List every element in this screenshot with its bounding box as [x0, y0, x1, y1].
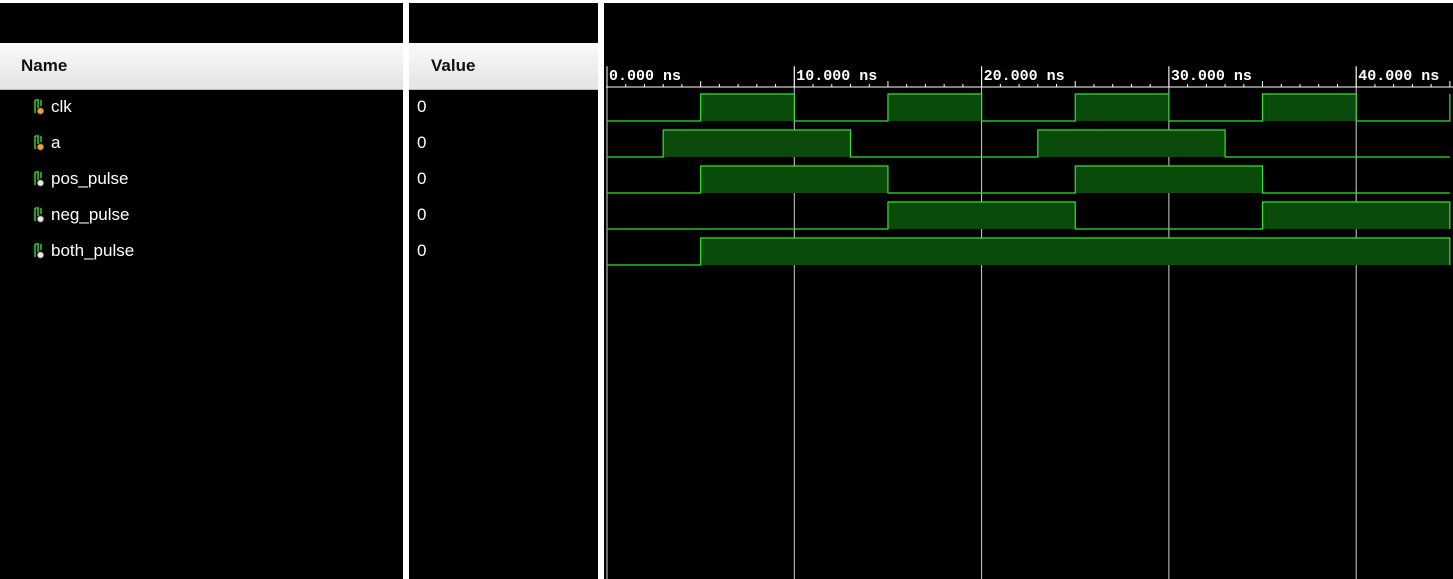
- wave-high-segment: [700, 238, 1450, 265]
- signal-name: pos_pulse: [51, 169, 129, 188]
- wave-high-segment: [887, 94, 982, 121]
- ruler-label: 30.000 ns: [1171, 68, 1252, 85]
- output-signal-icon: [33, 207, 47, 225]
- signal-row-neg_pulse[interactable]: neg_pulse: [0, 201, 403, 231]
- signal-name: both_pulse: [51, 241, 135, 260]
- signal-value-panel: Value 0 0 0 0 0: [409, 3, 598, 579]
- wave-high-segment: [700, 166, 888, 193]
- ruler-label: 40.000 ns: [1358, 68, 1439, 85]
- signal-row-clk[interactable]: clk: [0, 93, 403, 123]
- signal-value-row-clk[interactable]: 0: [409, 93, 598, 123]
- value-column-header[interactable]: Value: [409, 43, 598, 90]
- wave-high-segment: [1075, 94, 1169, 121]
- signal-value: 0: [417, 133, 427, 152]
- wave-high-segment: [663, 130, 851, 157]
- waveform-viewer[interactable]: 0.000 ns 10.000 ns 20.000 ns 30.000 ns 40.00…: [606, 3, 1453, 579]
- wave-high-segment: [887, 202, 1076, 229]
- wave-high-segment: [1037, 130, 1226, 157]
- signal-name: neg_pulse: [51, 205, 130, 224]
- wave-high-segment: [1075, 166, 1263, 193]
- ruler-label: 10.000 ns: [796, 68, 877, 85]
- signal-row-both_pulse[interactable]: both_pulse: [0, 237, 403, 267]
- signal-name: a: [51, 133, 61, 152]
- output-signal-icon: [33, 171, 47, 189]
- panel-divider-right[interactable]: [598, 3, 604, 579]
- signal-value-row-neg_pulse[interactable]: 0: [409, 201, 598, 231]
- wave-high-segment: [1262, 94, 1357, 121]
- signal-value-row-a[interactable]: 0: [409, 129, 598, 159]
- signal-value-row-pos_pulse[interactable]: 0: [409, 165, 598, 195]
- ruler-label: 20.000 ns: [984, 68, 1065, 85]
- wave-high-segment: [700, 94, 795, 121]
- signal-value: 0: [417, 241, 427, 260]
- signal-value: 0: [417, 169, 427, 188]
- signal-value: 0: [417, 205, 427, 224]
- signal-name-panel: Name clk a pos_pulse neg_pulse both_pulse: [0, 3, 403, 579]
- input-signal-icon: [33, 135, 47, 153]
- signal-row-pos_pulse[interactable]: pos_pulse: [0, 165, 403, 195]
- name-column-header[interactable]: Name: [0, 43, 403, 90]
- output-signal-icon: [33, 243, 47, 261]
- signal-row-a[interactable]: a: [0, 129, 403, 159]
- wave-high-segment: [1262, 202, 1450, 229]
- signal-value-row-both_pulse[interactable]: 0: [409, 237, 598, 267]
- signal-name: clk: [51, 97, 72, 116]
- value-header-label: Value: [431, 56, 476, 75]
- ruler-label: 0.000 ns: [609, 68, 681, 85]
- name-header-label: Name: [21, 56, 68, 75]
- signal-value: 0: [417, 97, 427, 116]
- input-signal-icon: [33, 99, 47, 117]
